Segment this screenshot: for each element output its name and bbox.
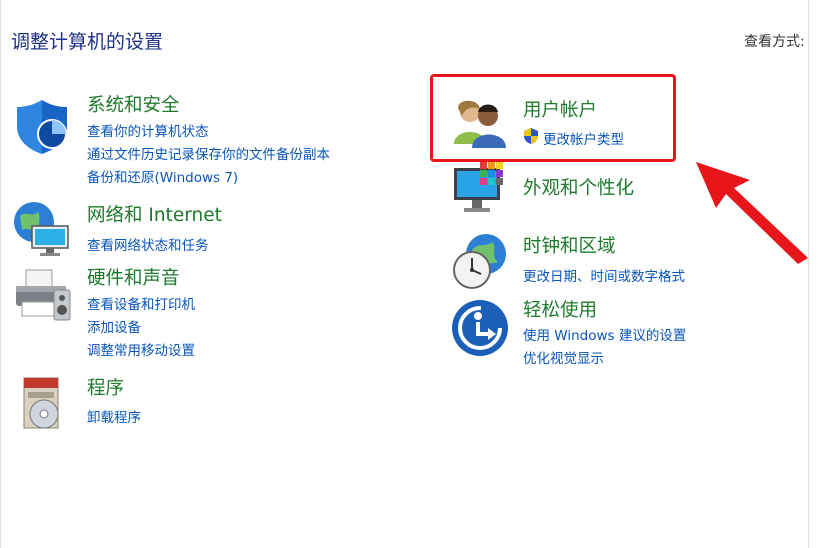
link-backup-restore[interactable]: 备份和还原(Windows 7) <box>87 166 238 186</box>
link-optimize-visual-display[interactable]: 优化视觉显示 <box>523 347 604 367</box>
window-right-border <box>808 0 809 548</box>
link-view-devices-printers[interactable]: 查看设备和打印机 <box>87 293 195 313</box>
view-by-label: 查看方式: <box>744 34 805 50</box>
ease-of-access-icon[interactable] <box>450 298 510 358</box>
annotation-highlight-box <box>430 74 676 162</box>
category-title-clock-region[interactable]: 时钟和区域 <box>523 232 616 258</box>
category-title-system-security[interactable]: 系统和安全 <box>87 91 180 117</box>
printer-icon[interactable] <box>12 266 72 326</box>
link-mobility-settings[interactable]: 调整常用移动设置 <box>87 339 195 359</box>
category-title-hardware-sound[interactable]: 硬件和声音 <box>87 264 180 290</box>
link-add-device[interactable]: 添加设备 <box>87 316 141 336</box>
annotation-arrow-icon <box>696 162 808 264</box>
shield-icon[interactable] <box>12 96 72 156</box>
link-file-history-backup[interactable]: 通过文件历史记录保存你的文件备份副本 <box>87 143 330 163</box>
monitor-palette-icon[interactable] <box>450 160 510 220</box>
link-uninstall-program[interactable]: 卸载程序 <box>87 406 141 426</box>
link-view-network-status[interactable]: 查看网络状态和任务 <box>87 234 209 254</box>
category-title-ease-of-access[interactable]: 轻松使用 <box>523 296 597 322</box>
link-windows-recommended-settings[interactable]: 使用 Windows 建议的设置 <box>523 324 686 344</box>
category-title-network-internet[interactable]: 网络和 Internet <box>87 201 222 227</box>
clock-globe-icon[interactable] <box>450 232 510 292</box>
category-title-appearance[interactable]: 外观和个性化 <box>523 174 634 200</box>
network-globe-icon[interactable] <box>12 200 72 260</box>
programs-disc-icon[interactable] <box>12 372 72 432</box>
window-left-border <box>0 0 1 548</box>
page-title: 调整计算机的设置 <box>11 31 164 53</box>
link-view-computer-status[interactable]: 查看你的计算机状态 <box>87 120 209 140</box>
category-title-programs[interactable]: 程序 <box>87 374 124 400</box>
link-change-date-time-format[interactable]: 更改日期、时间或数字格式 <box>523 265 685 285</box>
